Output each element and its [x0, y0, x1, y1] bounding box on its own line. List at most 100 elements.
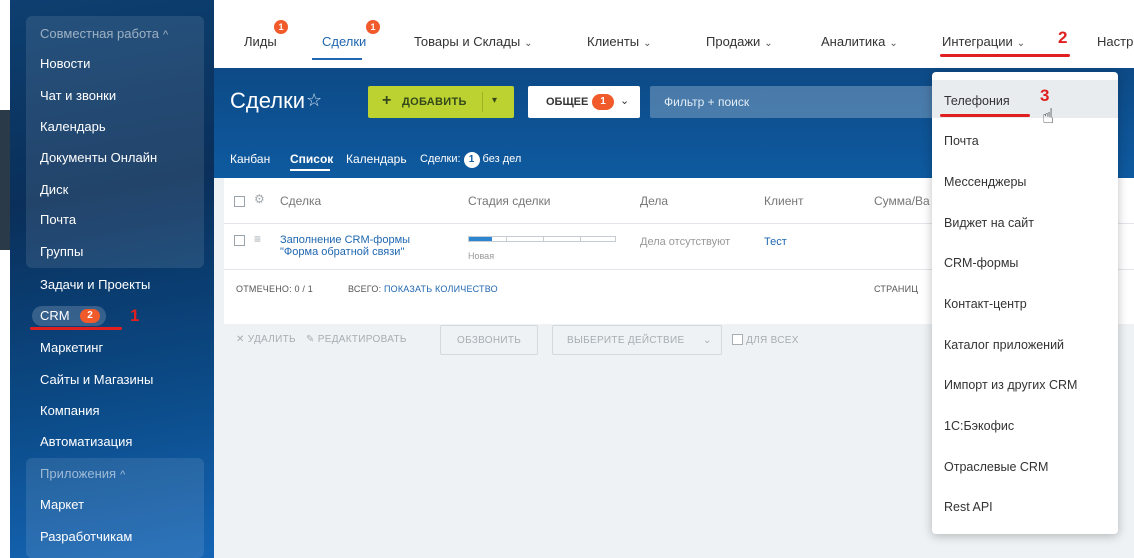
chevron-down-icon: ⌄ [703, 335, 712, 346]
group-actions-panel: ✕ УДАЛИТЬ ✎ РЕДАКТИРОВАТЬ ОБЗВОНИТЬ ВЫБЕ… [224, 320, 944, 360]
column-stage[interactable]: Стадия сделки [468, 194, 550, 208]
deals-count-badge: 1 [463, 152, 480, 168]
sidebar-item-chat[interactable]: Чат и звонки [40, 86, 116, 106]
leads-badge: 1 [274, 20, 288, 34]
sidebar-item-mail[interactable]: Почта [40, 210, 76, 230]
client-link[interactable]: Тест [764, 236, 787, 248]
menu-item-contact-center[interactable]: Контакт-центр [932, 283, 1118, 321]
stage-progress-fill [469, 237, 493, 241]
annotation-number-2: 2 [1058, 28, 1068, 47]
sidebar-item-marketing[interactable]: Маркетинг [40, 338, 103, 358]
chevron-down-icon: ⌄ [889, 38, 898, 49]
pages-label: СТРАНИЦ [874, 284, 919, 294]
sidebar-item-collaboration[interactable]: Совместная работа ^ [40, 24, 168, 44]
filter-search-input[interactable] [650, 86, 940, 118]
deals-counter[interactable]: Сделки: 1 без дел [420, 152, 521, 168]
preset-label: ОБЩЕЕ [546, 96, 589, 108]
deals-badge: 1 [366, 20, 380, 34]
sidebar-item-market[interactable]: Маркет [40, 495, 84, 515]
menu-item-site-widget[interactable]: Виджет на сайт [932, 202, 1118, 240]
chevron-down-icon: ⌄ [1016, 38, 1026, 49]
total-count: ВСЕГО: ПОКАЗАТЬ КОЛИЧЕСТВО [348, 284, 498, 294]
hand-cursor-icon: ☝ [1042, 106, 1055, 128]
sidebar-item-tasks[interactable]: Задачи и Проекты [40, 275, 150, 295]
tab-leads[interactable]: Лиды [244, 34, 277, 49]
column-amount[interactable]: Сумма/Ва [874, 194, 930, 208]
menu-item-rest-api[interactable]: Rest API [932, 486, 1118, 524]
deal-title-link[interactable]: Заполнение CRM-формы "Форма обратной свя… [280, 234, 450, 258]
menu-item-industry-crm[interactable]: Отраслевые CRM [932, 446, 1118, 484]
plus-icon: + [382, 92, 392, 109]
tab-settings[interactable]: Настр [1097, 34, 1133, 49]
view-list[interactable]: Список [290, 152, 333, 166]
chevron-down-icon: ⌄ [764, 38, 773, 49]
menu-item-1c[interactable]: 1С:Бэкофис [932, 405, 1118, 443]
annotation-number-3: 3 [1040, 86, 1050, 105]
view-calendar[interactable]: Календарь [346, 152, 407, 166]
edit-action[interactable]: ✎ РЕДАКТИРОВАТЬ [306, 334, 407, 345]
stage-tick [506, 237, 507, 241]
tab-sales[interactable]: Продажи ⌄ [706, 34, 773, 49]
tab-integrations[interactable]: Интеграции ⌄ [942, 34, 1025, 49]
column-deal[interactable]: Сделка [280, 194, 321, 208]
view-list-underline [290, 169, 330, 171]
integrations-dropdown: Телефония Почта Мессенджеры Виджет на са… [932, 72, 1118, 534]
chevron-down-icon: ⌄ [643, 38, 652, 49]
filter-preset-button[interactable]: ОБЩЕЕ 1 ⌄ [528, 86, 640, 118]
menu-item-messengers[interactable]: Мессенджеры [932, 161, 1118, 199]
menu-item-crm-forms[interactable]: CRM-формы [932, 242, 1118, 280]
call-button[interactable]: ОБЗВОНИТЬ [440, 325, 538, 355]
sidebar-item-automation[interactable]: Автоматизация [40, 432, 132, 452]
show-count-link[interactable]: ПОКАЗАТЬ КОЛИЧЕСТВО [384, 284, 498, 294]
column-client[interactable]: Клиент [764, 194, 804, 208]
hamburger-icon[interactable]: ≡ [254, 232, 261, 246]
sidebar-item-calendar[interactable]: Календарь [40, 117, 106, 137]
sidebar-item-crm[interactable]: CRM 2 [32, 306, 106, 326]
sidebar-item-news[interactable]: Новости [40, 54, 90, 74]
stage-tick [543, 237, 544, 241]
add-button-divider [482, 92, 483, 112]
star-icon[interactable]: ☆ [306, 90, 322, 111]
sidebar-item-groups[interactable]: Группы [40, 242, 83, 262]
top-strip [214, 0, 1134, 12]
menu-item-mail[interactable]: Почта [932, 120, 1118, 158]
sidebar-item-sites[interactable]: Сайты и Магазины [40, 370, 153, 390]
sidebar: Совместная работа ^ Новости Чат и звонки … [0, 0, 214, 558]
crm-counter-badge: 2 [80, 309, 100, 323]
sidebar-item-documents[interactable]: Документы Онлайн [40, 148, 157, 168]
menu-item-telephony[interactable]: Телефония [932, 80, 1118, 118]
choose-action-select[interactable]: ВЫБЕРИТЕ ДЕЙСТВИЕ ⌄ [552, 325, 722, 355]
sidebar-item-developers[interactable]: Разработчикам [40, 527, 132, 547]
tab-clients[interactable]: Клиенты ⌄ [587, 34, 652, 49]
stage-tick [580, 237, 581, 241]
stage-progress-bar[interactable] [468, 236, 616, 242]
sidebar-item-apps[interactable]: Приложения ^ [40, 464, 125, 484]
tab-deals[interactable]: Сделки [322, 34, 366, 49]
annotation-underline-3 [940, 114, 1030, 117]
tab-products[interactable]: Товары и Склады ⌄ [414, 34, 533, 49]
preset-counter-badge: 1 [592, 94, 614, 110]
sidebar-item-company[interactable]: Компания [40, 401, 100, 421]
for-all-checkbox[interactable] [732, 334, 743, 345]
close-icon: ✕ [236, 334, 245, 345]
add-deal-button[interactable]: + ДОБАВИТЬ ▾ [368, 86, 514, 118]
sidebar-item-disk[interactable]: Диск [40, 180, 68, 200]
activities-cell: Дела отсутствуют [640, 236, 731, 248]
add-deal-label: ДОБАВИТЬ [402, 96, 467, 108]
pencil-icon: ✎ [306, 334, 315, 345]
chevron-down-icon[interactable]: ▾ [492, 95, 497, 106]
for-all-toggle[interactable]: ДЛЯ ВСЕХ [732, 334, 799, 346]
menu-item-import[interactable]: Импорт из других CRM [932, 364, 1118, 402]
select-all-checkbox[interactable] [234, 196, 245, 207]
sidebar-item-crm-label: CRM [40, 308, 70, 323]
gear-icon[interactable]: ⚙ [254, 192, 265, 206]
sidebar-edge [0, 0, 10, 558]
view-kanban[interactable]: Канбан [230, 152, 270, 166]
tab-analytics[interactable]: Аналитика ⌄ [821, 34, 898, 49]
tab-deals-underline [312, 58, 362, 60]
column-activities[interactable]: Дела [640, 194, 668, 208]
delete-action[interactable]: ✕ УДАЛИТЬ [236, 334, 296, 345]
row-checkbox[interactable] [234, 235, 245, 246]
page-title: Сделки [230, 88, 305, 113]
menu-item-app-catalog[interactable]: Каталог приложений [932, 324, 1118, 362]
